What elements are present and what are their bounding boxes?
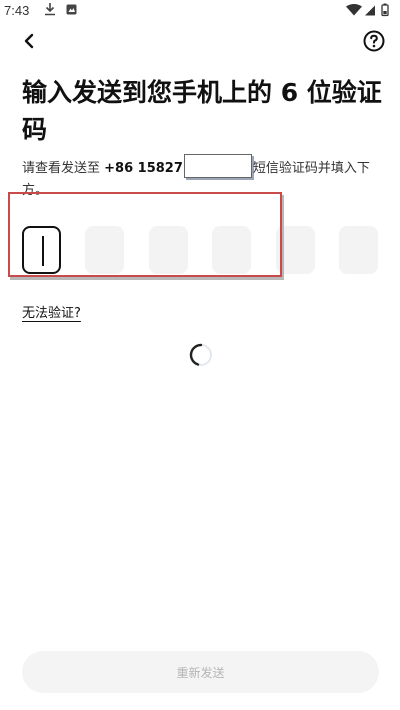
code-digit-box[interactable] [212, 226, 251, 274]
loading-spinner-icon [189, 343, 212, 366]
code-digit-box[interactable] [149, 226, 188, 274]
code-digit-box[interactable] [85, 226, 124, 274]
code-digit-box[interactable] [339, 226, 378, 274]
code-digit-box[interactable] [22, 226, 61, 274]
code-digit-box[interactable] [276, 226, 315, 274]
download-icon [45, 3, 55, 16]
status-bar: 7:43 [0, 0, 400, 22]
status-right-icons [346, 3, 389, 17]
help-circle-icon[interactable] [362, 29, 386, 53]
signal-icon [365, 5, 375, 16]
page-title: 输入发送到您手机上的 6 位验证码 [22, 78, 382, 144]
back-button[interactable] [16, 28, 42, 54]
battery-icon [381, 3, 389, 17]
status-time: 7:43 [4, 3, 30, 18]
cant-verify-link[interactable]: 无法验证? [22, 302, 81, 321]
text-caret [42, 236, 44, 266]
verification-code-input[interactable] [22, 226, 382, 274]
notification-icon [66, 4, 77, 15]
redacted-phone-box [183, 154, 252, 178]
phone-number: +86 15827 [104, 161, 183, 176]
back-chevron-icon [24, 33, 34, 49]
subtitle: 请查看发送至 +86 15827 短信验证码并填入下方。 [22, 154, 378, 202]
subtitle-prefix: 请查看发送至 [22, 161, 105, 176]
wifi-icon [346, 4, 362, 16]
resend-button[interactable]: 重新发送 [22, 651, 379, 693]
